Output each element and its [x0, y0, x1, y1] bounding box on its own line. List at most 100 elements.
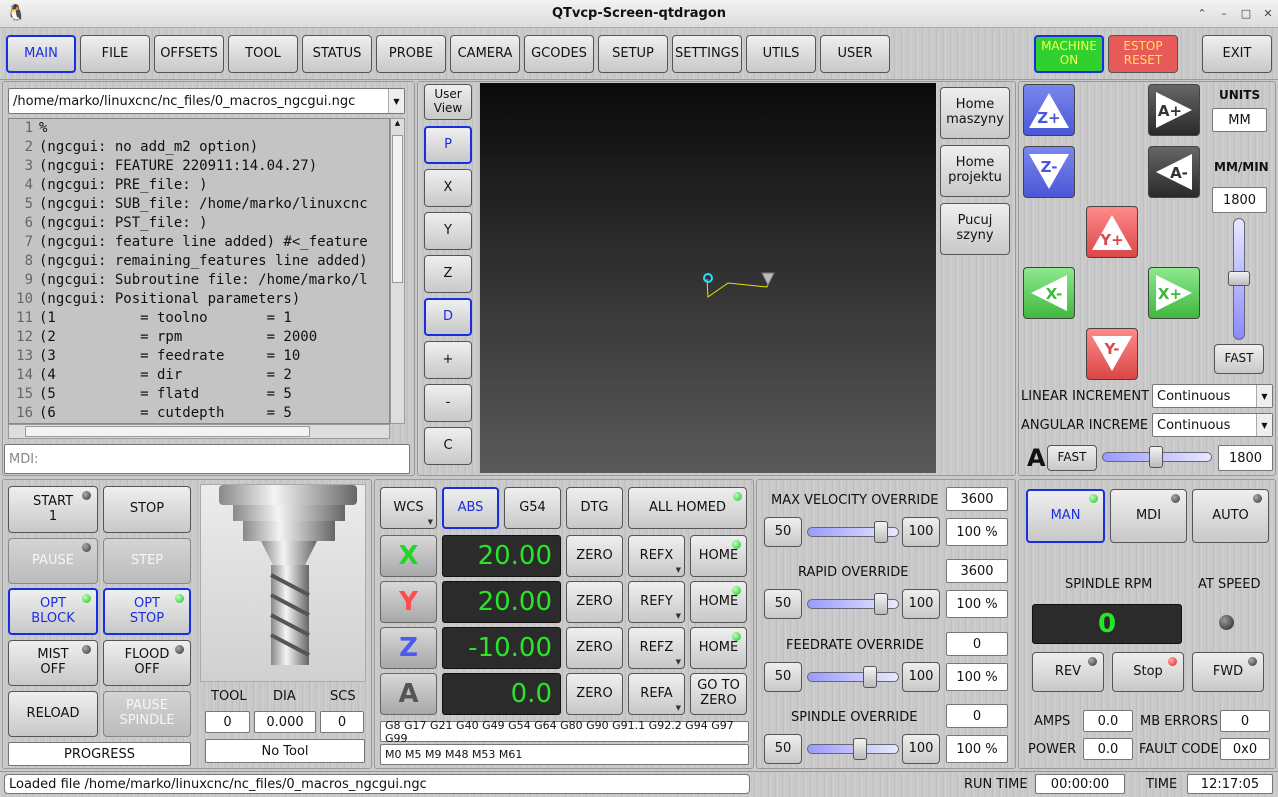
axis-a-button[interactable]: A: [380, 673, 437, 715]
step-button[interactable]: STEP: [103, 538, 191, 584]
machine-on-button[interactable]: MACHINE ON: [1034, 35, 1104, 73]
view-dimensions-button[interactable]: D: [424, 298, 472, 336]
jog-a-minus-button[interactable]: A-: [1148, 146, 1200, 198]
rapid-override-slider[interactable]: [807, 593, 899, 615]
a-fast-button[interactable]: FAST: [1047, 445, 1097, 471]
tab-offsets[interactable]: OFFSETS: [154, 35, 224, 73]
jog-y-minus-button[interactable]: Y-: [1086, 328, 1138, 380]
spindle-override-max-button[interactable]: 100: [902, 734, 940, 764]
jog-a-plus-button[interactable]: A+: [1148, 84, 1200, 136]
macro-pucuj-szyny-button[interactable]: Pucuj szyny: [940, 203, 1010, 255]
maximize-icon[interactable]: □: [1237, 5, 1255, 23]
tab-file[interactable]: FILE: [80, 35, 150, 73]
home-a-button[interactable]: GO TO ZERO: [690, 673, 747, 715]
tab-status[interactable]: STATUS: [302, 35, 372, 73]
rapid-override-max-button[interactable]: 100: [902, 589, 940, 619]
close-icon[interactable]: ✕: [1259, 5, 1277, 23]
estop-reset-button[interactable]: ESTOP RESET: [1108, 35, 1178, 73]
a-jog-rate-slider-handle[interactable]: [1149, 446, 1163, 468]
jog-z-plus-button[interactable]: Z+: [1023, 84, 1075, 136]
zero-a-button[interactable]: ZERO: [566, 673, 623, 715]
axis-x-button[interactable]: X: [380, 535, 437, 577]
macro-home-maszyny-button[interactable]: Home maszyny: [940, 87, 1010, 139]
tab-gcodes[interactable]: GCODES: [524, 35, 594, 73]
scroll-thumb-h[interactable]: [25, 426, 310, 437]
stop-button[interactable]: STOP: [103, 486, 191, 533]
jog-x-minus-button[interactable]: X-: [1023, 267, 1075, 319]
pause-spindle-button[interactable]: PAUSE SPINDLE: [103, 691, 191, 737]
all-homed-button[interactable]: ALL HOMED: [628, 487, 747, 529]
home-x-button[interactable]: HOME: [690, 535, 747, 577]
zero-z-button[interactable]: ZERO: [566, 627, 623, 669]
exit-button[interactable]: EXIT: [1202, 35, 1272, 73]
zoom-out-button[interactable]: -: [424, 384, 472, 422]
jog-y-plus-button[interactable]: Y+: [1086, 206, 1138, 258]
user-view-button[interactable]: User View: [424, 84, 472, 120]
clear-view-button[interactable]: C: [424, 427, 472, 465]
home-y-button[interactable]: HOME: [690, 581, 747, 623]
tab-main[interactable]: MAIN: [6, 35, 76, 73]
tab-settings[interactable]: SETTINGS: [672, 35, 742, 73]
tab-utils[interactable]: UTILS: [746, 35, 816, 73]
ref-x-button[interactable]: REFX ▼: [628, 535, 685, 577]
tab-tool[interactable]: TOOL: [228, 35, 298, 73]
jog-z-minus-button[interactable]: Z-: [1023, 146, 1075, 198]
tab-setup[interactable]: SETUP: [598, 35, 668, 73]
feedrate-override-min-button[interactable]: 50: [764, 662, 802, 692]
toolpath-viewer[interactable]: [480, 83, 936, 473]
scroll-thumb[interactable]: [392, 135, 403, 283]
feedrate-override-slider-handle[interactable]: [863, 666, 877, 688]
wcs-button[interactable]: WCS ▼: [380, 487, 437, 529]
rapid-override-slider-handle[interactable]: [874, 593, 888, 615]
editor-hscrollbar[interactable]: [8, 424, 390, 439]
spindle-override-slider-handle[interactable]: [853, 738, 867, 760]
max-velocity-override-slider[interactable]: [807, 521, 899, 543]
mdi-input[interactable]: MDI:: [4, 444, 410, 474]
max-velocity-override-slider-handle[interactable]: [874, 521, 888, 543]
gcode-editor[interactable]: 1% 2 (ngcgui: no add_m2 option) 3 (ngcgui: F…: [8, 118, 390, 424]
max-velocity-override-min-button[interactable]: 50: [764, 517, 802, 547]
spindle-override-min-button[interactable]: 50: [764, 734, 802, 764]
axis-z-button[interactable]: Z: [380, 627, 437, 669]
ref-z-button[interactable]: REFZ ▼: [628, 627, 685, 669]
chevron-down-icon: ▼: [675, 611, 681, 620]
jog-fast-button[interactable]: FAST: [1214, 344, 1264, 374]
minimize-icon[interactable]: –: [1215, 5, 1233, 23]
jog-x-plus-button[interactable]: X+: [1148, 267, 1200, 319]
tab-probe[interactable]: PROBE: [376, 35, 446, 73]
view-z-button[interactable]: Z: [424, 255, 472, 293]
tab-user[interactable]: USER: [820, 35, 890, 73]
jog-rate-slider-handle[interactable]: [1228, 271, 1250, 286]
abs-button[interactable]: ABS: [442, 487, 499, 529]
file-path-combo[interactable]: /home/marko/linuxcnc/nc_files/0_macros_n…: [8, 88, 405, 114]
macro-home-projektu-button[interactable]: Home projektu: [940, 145, 1010, 197]
zero-x-button[interactable]: ZERO: [566, 535, 623, 577]
rapid-override-min-button[interactable]: 50: [764, 589, 802, 619]
spindle-override-slider[interactable]: [807, 738, 899, 760]
tab-camera[interactable]: CAMERA: [450, 35, 520, 73]
shade-icon[interactable]: ⌃: [1193, 5, 1211, 23]
home-z-button[interactable]: HOME: [690, 627, 747, 669]
jog-rate-slider[interactable]: [1228, 218, 1250, 340]
scroll-up-icon[interactable]: ▲: [391, 119, 404, 133]
linear-increment-combo[interactable]: Continuous ▼: [1152, 384, 1273, 408]
ref-a-button[interactable]: REFA ▼: [628, 673, 685, 715]
editor-vscrollbar[interactable]: ▲: [390, 118, 405, 424]
max-velocity-override-max-button[interactable]: 100: [902, 517, 940, 547]
view-y-button[interactable]: Y: [424, 212, 472, 250]
spindle-override-value: 0: [946, 704, 1008, 728]
zero-y-button[interactable]: ZERO: [566, 581, 623, 623]
view-x-button[interactable]: X: [424, 169, 472, 207]
view-p-button[interactable]: P: [424, 126, 472, 164]
angular-increment-combo[interactable]: Continuous ▼: [1152, 413, 1273, 437]
run-time-value: 00:00:00: [1035, 774, 1125, 794]
zoom-in-button[interactable]: +: [424, 341, 472, 379]
dtg-button[interactable]: DTG: [566, 487, 623, 529]
a-jog-rate-slider[interactable]: [1102, 446, 1212, 468]
axis-y-button[interactable]: Y: [380, 581, 437, 623]
ref-y-button[interactable]: REFY ▼: [628, 581, 685, 623]
feedrate-override-max-button[interactable]: 100: [902, 662, 940, 692]
reload-button[interactable]: RELOAD: [8, 691, 98, 737]
g54-button[interactable]: G54: [504, 487, 561, 529]
feedrate-override-slider[interactable]: [807, 666, 899, 688]
